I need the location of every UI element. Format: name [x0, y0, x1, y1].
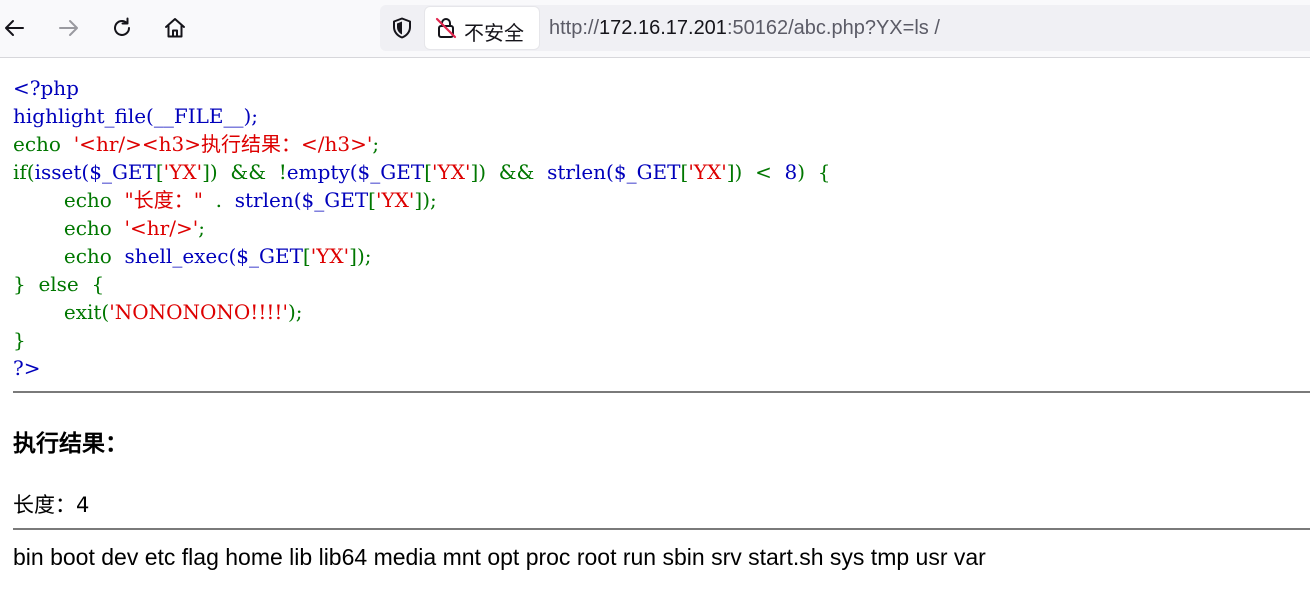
code-token-string: '<hr/>' [124, 216, 199, 240]
code-token-keyword: } [13, 328, 26, 352]
code-token-string: 'YX' [163, 160, 203, 184]
code-token-string: 'YX' [432, 160, 471, 184]
code-token-keyword: ]) < [726, 160, 785, 184]
home-button[interactable] [155, 8, 195, 48]
code-token-keyword: echo [13, 132, 74, 156]
result-heading: 执行结果： [13, 431, 128, 457]
code-token-keyword: ); [287, 300, 303, 324]
reload-button[interactable] [102, 8, 142, 48]
code-token-keyword: echo [13, 188, 125, 212]
horizontal-rule [13, 391, 1310, 393]
code-token-keyword: ]); [414, 188, 437, 212]
code-token-keyword: exit( [13, 300, 110, 324]
code-token-default: isset( [34, 160, 90, 184]
url-host: 172.16.17.201 [599, 17, 727, 39]
code-token-string: 'YX' [688, 160, 727, 184]
code-token-keyword: [ [302, 244, 311, 268]
code-token-keyword: ]) && ! [202, 160, 287, 184]
url-text[interactable]: http://172.16.17.201:50162/abc.php?YX=ls… [549, 17, 940, 40]
site-security-indicator[interactable]: 不安全 [425, 7, 539, 49]
address-bar[interactable]: 不安全 http://172.16.17.201:50162/abc.php?Y… [380, 5, 1310, 51]
code-token-keyword: [ [368, 188, 376, 212]
code-line: <?php [13, 76, 79, 100]
code-token-default: <?php [13, 76, 79, 100]
code-line: ?> [13, 356, 40, 380]
code-token-keyword: echo [13, 244, 125, 268]
home-icon [165, 18, 185, 38]
forward-button[interactable] [48, 8, 88, 48]
code-token-default: $_GET [236, 244, 303, 268]
code-token-default: strlen( [547, 160, 614, 184]
code-line: if(isset($_GET['YX']) && !empty($_GET['Y… [13, 160, 831, 184]
code-line: } [13, 328, 26, 352]
url-path: :50162/abc.php?YX=ls / [726, 17, 940, 39]
code-token-default: $_GET [613, 160, 681, 184]
shell-output: bin boot dev etc flag home lib lib64 med… [13, 544, 986, 570]
code-token-default: 8 [784, 160, 798, 184]
php-source-code: <?php highlight_file(__FILE__); echo '<h… [13, 74, 831, 382]
code-token-keyword: [ [155, 160, 164, 184]
code-token-default: $_GET [301, 188, 369, 212]
code-line: echo '<hr/>'; [13, 216, 205, 240]
url-prefix: http:// [549, 17, 600, 39]
code-token-default: shell_exec( [124, 244, 237, 268]
code-token-keyword: if( [13, 160, 35, 184]
code-line: echo shell_exec($_GET['YX']); [13, 244, 372, 268]
code-token-default: ?> [13, 356, 41, 380]
back-arrow-icon [5, 20, 24, 36]
code-token-string: 'NONONONO!!!!' [109, 300, 288, 324]
code-line: echo "长度：" . strlen($_GET['YX']); [13, 188, 437, 212]
code-line: } else { [13, 272, 104, 296]
insecure-lock-icon [435, 17, 457, 39]
code-token-string: '<hr/><h3>执行结果：</h3>' [73, 132, 373, 156]
code-token-keyword: ; [372, 132, 380, 156]
code-line: exit('NONONONO!!!!'); [13, 300, 303, 324]
length-output: 长度：4 [13, 493, 90, 517]
forward-arrow-icon [59, 20, 78, 36]
code-token-string: "长度：" [124, 188, 203, 212]
security-label: 不安全 [464, 21, 524, 45]
code-token-keyword: ]); [349, 244, 372, 268]
code-token-default: $_GET [357, 160, 425, 184]
code-token-keyword: } else { [13, 272, 105, 296]
horizontal-rule [13, 528, 1310, 530]
code-token-default: empty( [286, 160, 358, 184]
code-token-keyword: ) { [797, 160, 831, 184]
shield-icon[interactable] [390, 16, 414, 40]
reload-icon [114, 17, 130, 36]
code-token-string: 'YX' [375, 188, 415, 212]
code-token-keyword: ; [198, 216, 205, 240]
code-token-keyword: . [202, 188, 235, 212]
code-token-default: strlen( [234, 188, 302, 212]
browser-toolbar: 不安全 http://172.16.17.201:50162/abc.php?Y… [0, 0, 1310, 58]
code-token-keyword: ]) && [470, 160, 548, 184]
code-token-keyword: echo [13, 216, 125, 240]
code-token-default: highlight_file(__FILE__); [13, 104, 259, 128]
code-token-string: 'YX' [310, 244, 350, 268]
code-token-keyword: [ [424, 160, 432, 184]
back-button[interactable] [0, 8, 35, 48]
code-line: echo '<hr/><h3>执行结果：</h3>'; [13, 132, 379, 156]
code-token-default: $_GET [89, 160, 156, 184]
code-line: highlight_file(__FILE__); [13, 104, 258, 128]
